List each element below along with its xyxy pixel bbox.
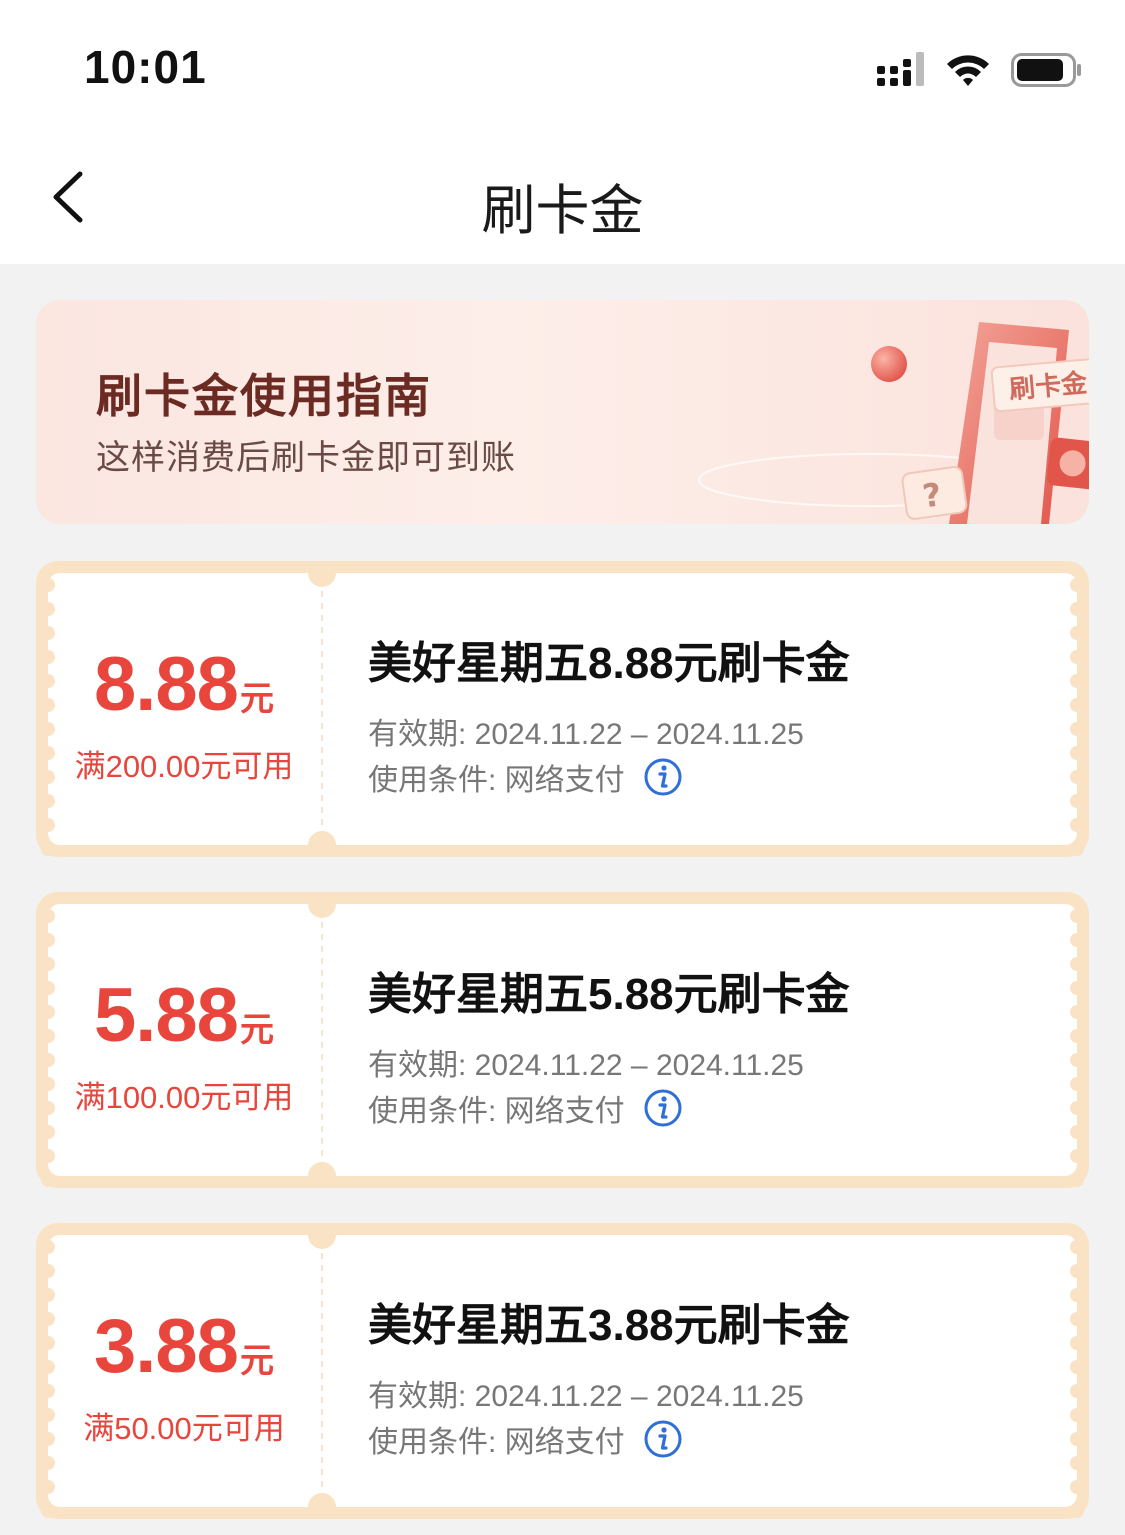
coupon-amount-value: 5.88 [94,973,239,1058]
signal-icon [877,52,924,86]
coupon-validity: 有效期: 2024.11.22 – 2024.11.25 [368,1380,804,1413]
coupon-amount-value: 3.88 [94,1304,239,1389]
coupon-amount-unit: 元 [239,1011,274,1049]
coupon-amount: 5.88元 [36,972,332,1059]
coupon-amount-value: 8.88 [94,642,239,727]
coupon-card[interactable]: 8.88元满200.00元可用 美好星期五8.88元刷卡金有效期: 2024.11… [36,561,1089,857]
coupon-condition-text: 使用条件: 网络支付 [368,1426,625,1459]
coupon-card[interactable]: 3.88元满50.00元可用 美好星期五3.88元刷卡金有效期: 2024.11.… [36,1223,1089,1519]
guide-title: 刷卡金使用指南 [96,370,432,422]
status-time: 10:01 [84,41,207,93]
coupon-threshold: 满50.00元可用 [83,1411,285,1446]
coupon-title: 美好星期五3.88元刷卡金 [368,1301,850,1350]
coupon-validity: 有效期: 2024.11.22 – 2024.11.25 [368,1049,804,1082]
coupon-condition: 使用条件: 网络支付 [368,755,683,799]
coupon-amount: 8.88元 [36,641,332,728]
info-icon[interactable] [643,1088,683,1128]
guide-banner[interactable]: 刷卡金使用指南 这样消费后刷卡金即可到账 刷卡金 ? [36,300,1089,524]
info-icon[interactable] [643,757,683,797]
battery-icon [1011,53,1081,87]
status-icons [877,50,1083,90]
coupon-validity: 有效期: 2024.11.22 – 2024.11.25 [368,718,804,751]
phone-illustration-icon: 刷卡金 ? [698,322,1089,524]
page-title: 刷卡金 [481,181,644,241]
coupon-condition-text: 使用条件: 网络支付 [368,764,625,797]
coupon-threshold: 满100.00元可用 [74,1080,294,1115]
coupon-amount-unit: 元 [239,1342,274,1380]
coupon-amount: 3.88元 [36,1303,332,1390]
info-icon[interactable] [643,1419,683,1459]
wifi-icon [947,55,989,86]
coupon-condition-text: 使用条件: 网络支付 [368,1095,625,1128]
status-bar: 10:01 [0,0,1125,140]
coupon-amount-unit: 元 [239,680,274,718]
coupon-title: 美好星期五8.88元刷卡金 [368,639,850,688]
coupon-condition: 使用条件: 网络支付 [368,1417,683,1461]
guide-subtitle: 这样消费后刷卡金即可到账 [96,439,516,477]
coupon-card[interactable]: 5.88元满100.00元可用 美好星期五5.88元刷卡金有效期: 2024.11… [36,892,1089,1188]
coupon-condition: 使用条件: 网络支付 [368,1086,683,1130]
nav-bar: 刷卡金 [0,140,1125,264]
coupon-threshold: 满200.00元可用 [74,749,294,784]
coupon-title: 美好星期五5.88元刷卡金 [368,970,850,1019]
